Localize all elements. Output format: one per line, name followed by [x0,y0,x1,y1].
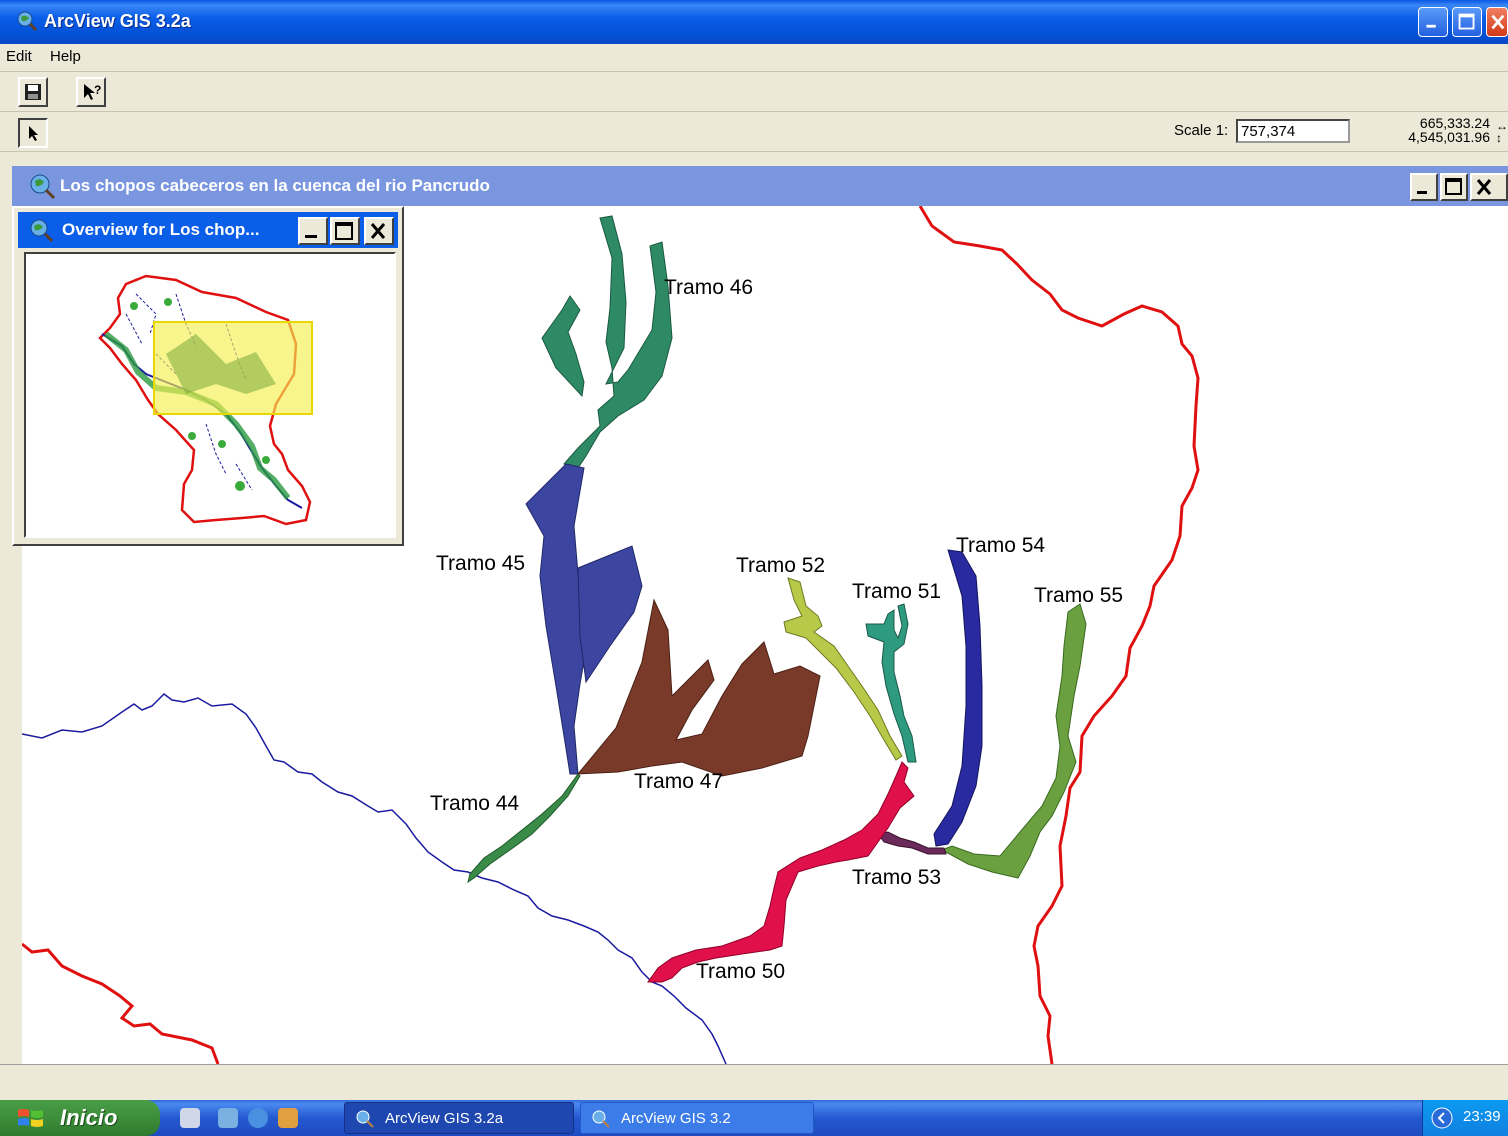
floppy-disk-icon [25,84,41,100]
tramo-55-label: Tramo 55 [1034,584,1124,607]
close-icon [370,223,386,239]
tramo-50-label: Tramo 50 [696,960,786,983]
maximize-icon [335,222,353,240]
tramo-54-label: Tramo 54 [956,534,1046,557]
media-quicklaunch-icon[interactable] [218,1108,238,1128]
help-tool-button[interactable]: ? [76,77,106,107]
view-close-button[interactable] [1470,173,1508,201]
system-tray: 23:39 [1422,1100,1508,1136]
overview-title-bar: Overview for Los chop... [18,212,398,248]
tramo-46-label: Tramo 46 [664,276,754,299]
tramo-52-label: Tramo 52 [736,554,826,577]
minimize-icon [305,235,317,238]
coord-x: 665,333.24 [1419,115,1490,131]
task-label-2: ArcView GIS 3.2 [621,1110,731,1127]
close-icon [1476,179,1492,195]
close-icon [1491,14,1505,30]
maximize-button[interactable] [1452,7,1482,37]
tramo-45-shape [525,463,589,775]
tool-bar: Scale 1: 665,333.24 4,545,031.96 ↔↕ [0,112,1508,152]
tramo-45-label: Tramo 45 [436,552,526,575]
tramo-45-branch [577,545,643,684]
overview-title: Overview for Los chop... [62,220,260,239]
basin-boundary-southwest [22,942,220,1064]
view-title-bar: Los chopos cabeceros en la cuenca del ri… [12,166,1508,206]
scale-label: Scale 1: [1174,122,1229,139]
tramo-51-label: Tramo 51 [852,580,942,603]
arrow-pointer-icon [29,126,38,141]
pointer-tool-button[interactable] [18,118,48,148]
overview-window[interactable]: Overview for Los chop... [12,206,404,546]
minimize-button[interactable] [1418,7,1448,37]
tramo-54-shape [933,549,983,847]
maximize-icon [1458,13,1475,30]
view-title: Los chopos cabeceros en la cuenca del ri… [60,176,490,195]
internet-explorer-icon[interactable] [248,1108,268,1128]
minimize-icon [1426,24,1436,28]
status-bar [0,1064,1508,1100]
tray-expand-icon[interactable] [1431,1107,1453,1129]
start-label: Inicio [60,1105,118,1130]
taskbar: Inicio ArcView GIS 3.2a ArcView GIS 3.2 … [0,1100,1508,1136]
menu-edit[interactable]: Edit [6,48,32,65]
clock: 23:39 [1463,1108,1501,1125]
windows-flag-icon [18,1109,43,1127]
app-title: ArcView GIS 3.2a [44,11,191,31]
app-title-bar: ArcView GIS 3.2a [0,0,1508,44]
menu-bar: Edit Help [0,44,1508,72]
tramo-46-branch [541,295,585,398]
arcview-globe-icon [17,11,38,32]
desktop-quicklaunch-icon[interactable] [180,1108,200,1128]
tramo-44-label: Tramo 44 [430,792,520,815]
save-button[interactable] [18,77,48,107]
overview-close-button[interactable] [364,217,394,245]
menu-help[interactable]: Help [50,48,81,65]
overview-map[interactable] [24,252,396,538]
task-arcview-32[interactable]: ArcView GIS 3.2 [580,1102,814,1134]
view-maximize-button[interactable] [1440,173,1468,201]
overview-maximize-button[interactable] [330,217,360,245]
tramo-46-shape [563,215,673,469]
view-globe-icon [30,174,56,200]
task-arcview-32a[interactable]: ArcView GIS 3.2a [344,1102,574,1134]
arcview-globe-icon [592,1110,610,1128]
coord-y: 4,545,031.96 [1408,129,1490,145]
tramo-47-label: Tramo 47 [634,770,724,793]
overview-globe-icon [30,219,54,243]
maximize-icon [1445,178,1462,195]
cursor-coordinates: 665,333.24 4,545,031.96 [1380,116,1490,144]
view-minimize-button[interactable] [1410,173,1438,201]
minimize-icon [1417,191,1427,194]
close-button[interactable] [1486,7,1508,37]
coord-arrows-icon: ↔ ↕ [1496,119,1508,145]
tramo-44-shape [467,773,581,884]
basin-boundary-east [918,206,1200,1064]
tramo-53-label: Tramo 53 [852,866,942,889]
button-bar: ? [0,72,1508,112]
svg-text:?: ? [94,83,101,97]
arcview-globe-icon [356,1110,374,1128]
messenger-quicklaunch-icon[interactable] [278,1108,298,1128]
overview-drawing [98,274,313,526]
help-pointer-icon: ? [84,83,101,100]
start-button[interactable]: Inicio [0,1100,160,1136]
task-label-1: ArcView GIS 3.2a [385,1110,504,1127]
scale-input[interactable] [1236,119,1350,143]
overview-minimize-button[interactable] [298,217,328,245]
